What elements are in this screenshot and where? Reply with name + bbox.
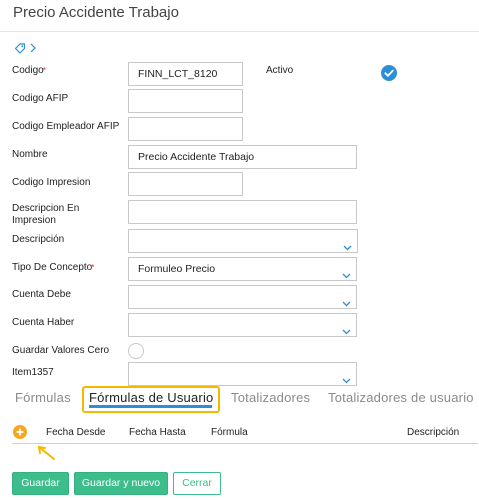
tab-formulas[interactable]: Fórmulas [15, 388, 71, 408]
tab-highlight-box [82, 386, 220, 413]
activo-label: Activo [266, 65, 294, 76]
descripcion-select[interactable] [128, 229, 358, 253]
cuenta-debe-label: Cuenta Debe [12, 289, 71, 300]
required-mark: * [42, 66, 46, 75]
column-header[interactable]: Descripción [407, 427, 459, 438]
chevron-right-icon[interactable] [30, 43, 36, 53]
item1357-label: Item1357 [12, 367, 54, 378]
codigo-empleador-afip-label: Codigo Empleador AFIP [12, 121, 120, 132]
column-header[interactable]: Fórmula [211, 427, 248, 438]
codigo-impresion-field[interactable] [128, 172, 243, 196]
activo-checkbox[interactable] [381, 65, 397, 86]
descripcion-en-impresion-label: Descripcion En Impresion [12, 203, 80, 226]
title-divider [0, 31, 479, 32]
add-row-button[interactable] [13, 425, 27, 444]
chevron-down-icon [342, 265, 351, 287]
cuenta-haber-select[interactable] [128, 313, 357, 337]
pointer-arrow-icon [36, 445, 56, 466]
save-button[interactable]: Guardar [12, 472, 69, 495]
save-and-new-button[interactable]: Guardar y nuevo [74, 472, 168, 495]
codigo-impresion-label: Codigo Impresion [12, 177, 91, 188]
cuenta-haber-label: Cuenta Haber [12, 317, 75, 328]
descripcion-label: Descripción [12, 234, 65, 245]
codigo-afip-label: Codigo AFIP [12, 93, 69, 104]
codigo-empleador-afip-field[interactable] [128, 117, 243, 141]
tag-row[interactable] [14, 41, 36, 55]
column-header[interactable]: Fecha Desde [46, 427, 105, 438]
item1357-select[interactable] [128, 362, 357, 386]
tab-totalizadores-de-usuario[interactable]: Totalizadores de usuario [328, 388, 474, 408]
nombre-label: Nombre [12, 149, 48, 160]
grid-header: Fecha Desde Fecha Hasta Fórmula Descripc… [12, 422, 478, 444]
page-title: Precio Accidente Trabajo [13, 4, 179, 21]
plus-icon [13, 425, 27, 439]
guardar-valores-cero-label: Guardar Valores Cero [12, 345, 110, 356]
nombre-field[interactable]: Precio Accidente Trabajo [128, 145, 357, 169]
chevron-down-icon [342, 293, 351, 315]
tab-totalizadores[interactable]: Totalizadores [231, 388, 310, 408]
tag-icon[interactable] [14, 42, 26, 54]
close-button[interactable]: Cerrar [173, 472, 221, 495]
tipo-de-concepto-select[interactable]: Formuleo Precio [128, 257, 357, 281]
codigo-label: Codigo* [12, 65, 46, 76]
codigo-field[interactable]: FINN_LCT_8120 [128, 62, 243, 86]
guardar-valores-cero-toggle[interactable] [128, 343, 144, 359]
chevron-down-icon [343, 237, 352, 259]
cuenta-debe-select[interactable] [128, 285, 357, 309]
descripcion-en-impresion-field[interactable] [128, 200, 357, 224]
check-icon [381, 65, 397, 81]
tab-bar: Fórmulas Fórmulas de Usuario Totalizador… [0, 388, 479, 412]
required-mark: * [91, 263, 95, 272]
codigo-afip-field[interactable] [128, 89, 243, 113]
tipo-de-concepto-label: Tipo De Concepto* [12, 262, 95, 273]
chevron-down-icon [342, 321, 351, 343]
column-header[interactable]: Fecha Hasta [129, 427, 186, 438]
